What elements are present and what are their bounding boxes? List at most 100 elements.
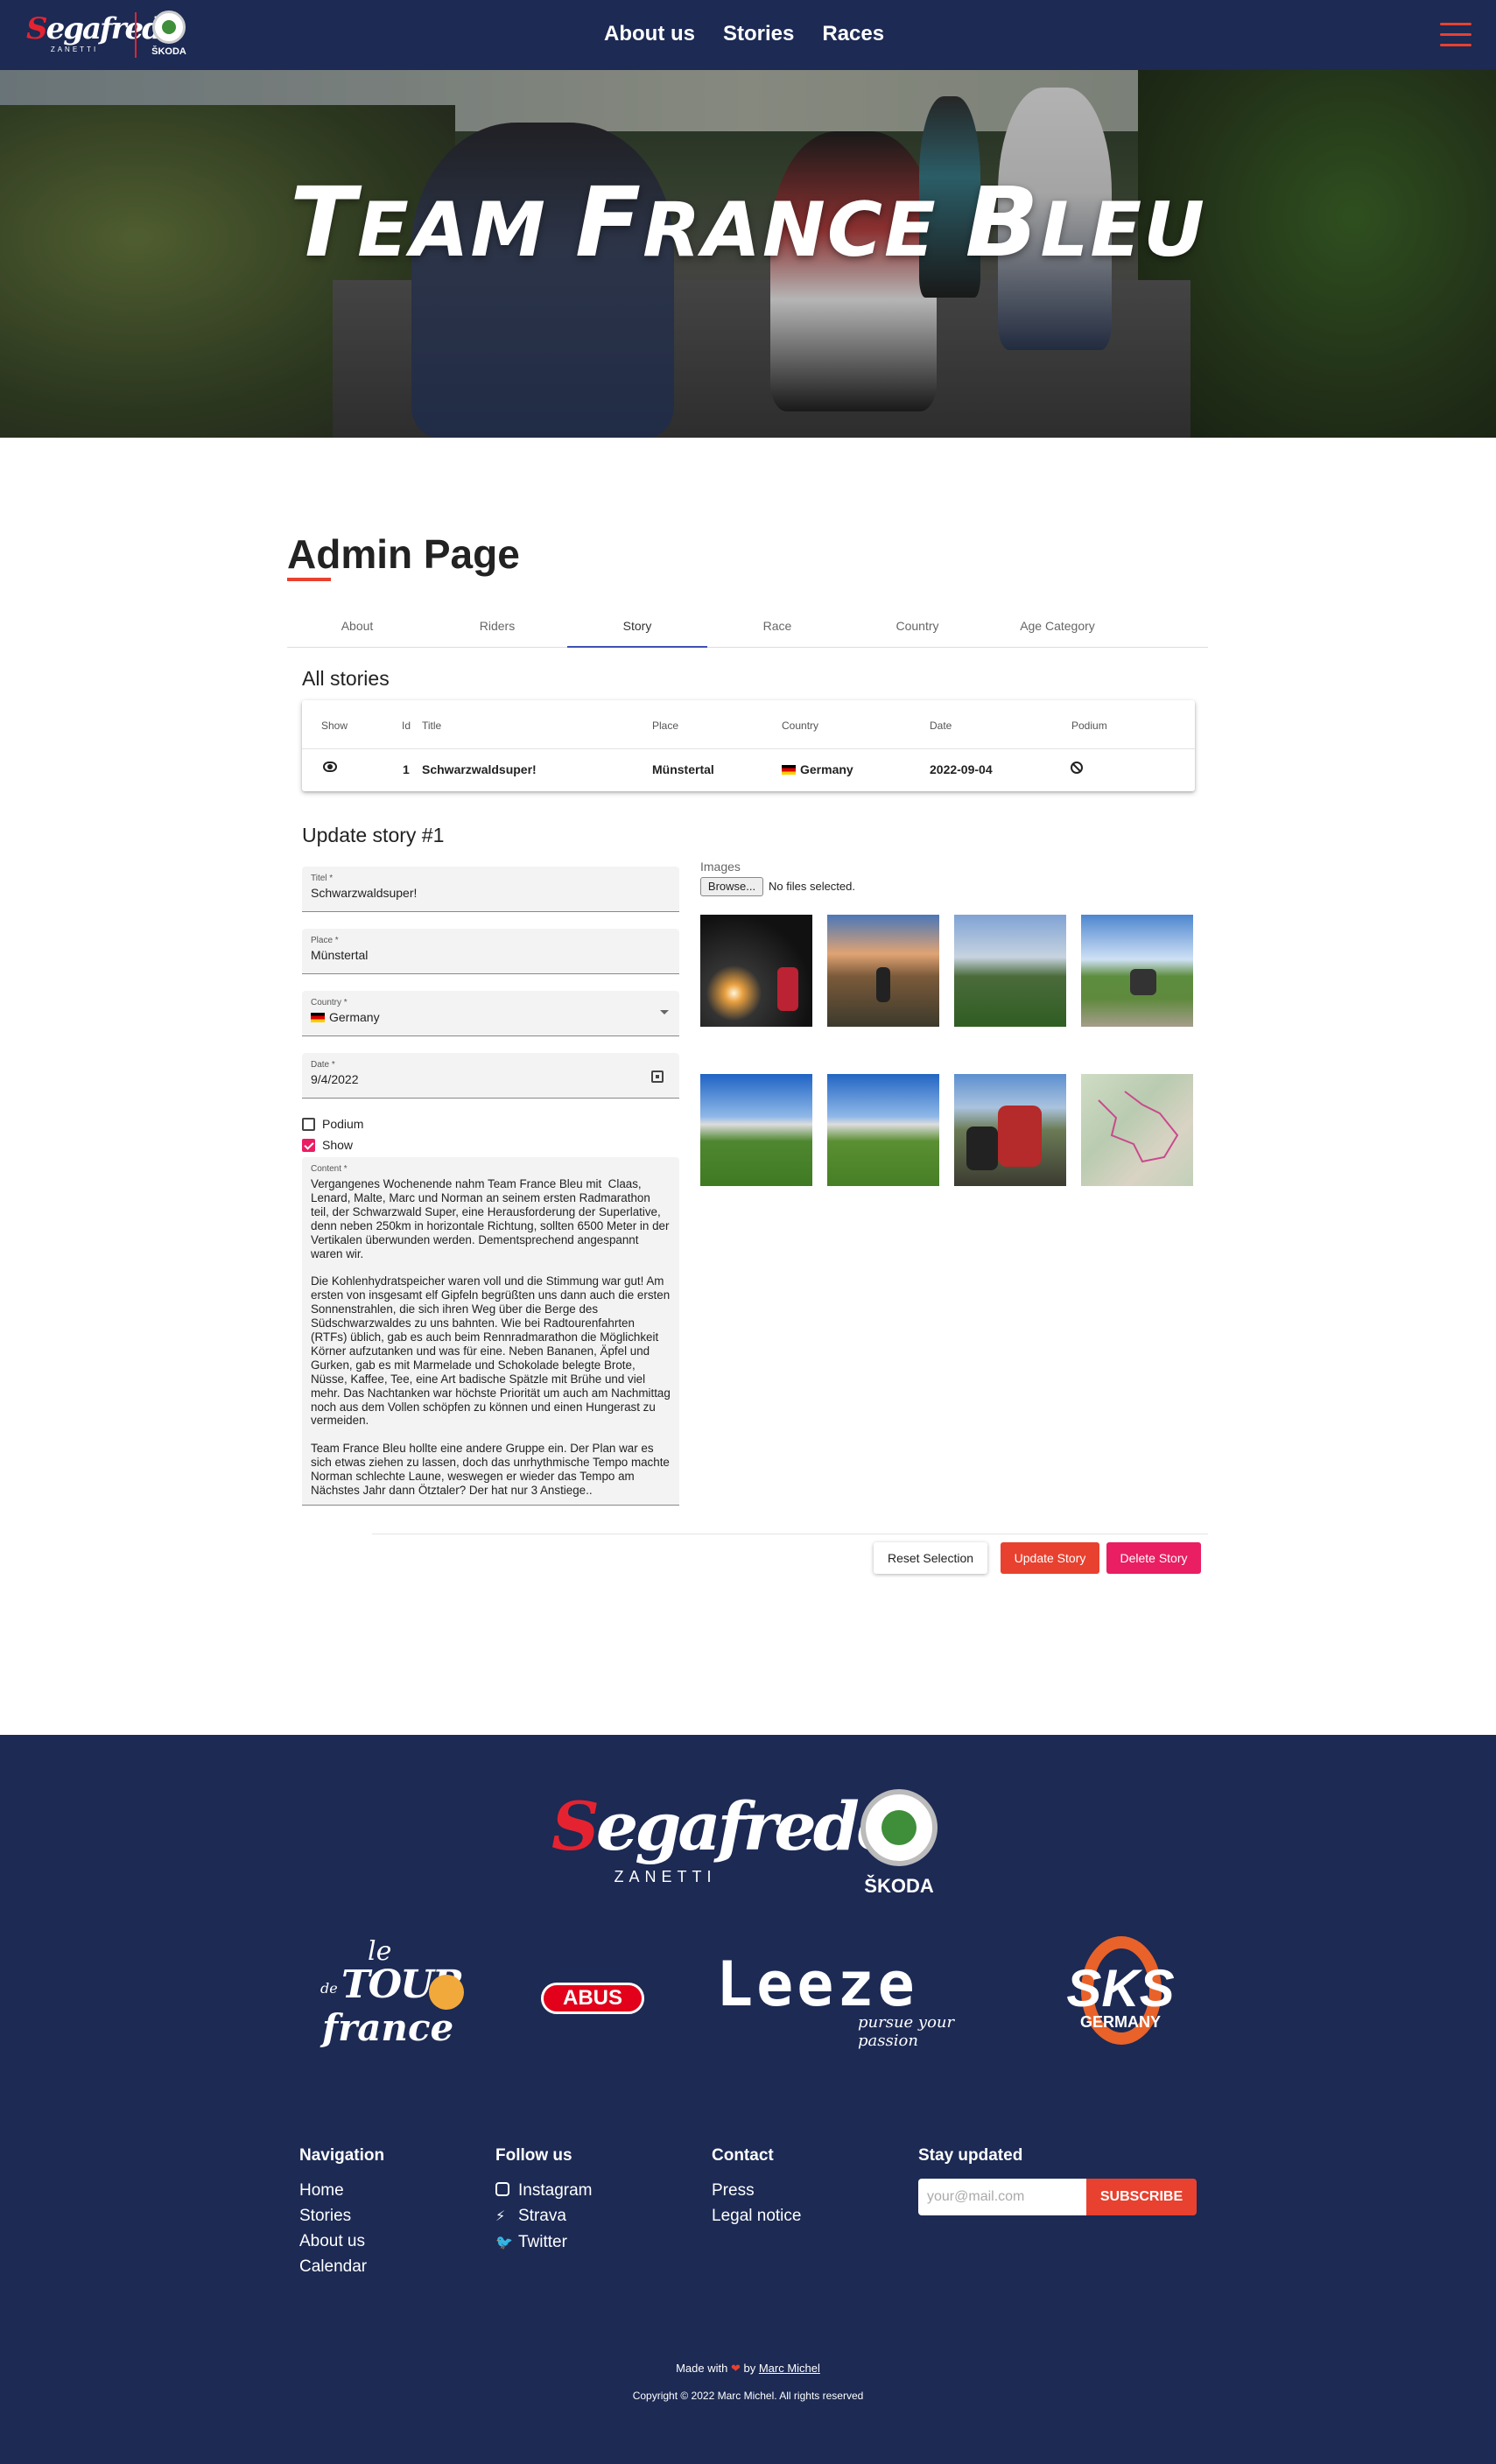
- segafredo-logo[interactable]: Segafredo ZANETTI: [26, 11, 181, 60]
- hamburger-menu-icon[interactable]: [1440, 23, 1471, 47]
- sks-germany-text: GERMANY: [1079, 2013, 1161, 2031]
- author-link[interactable]: Marc Michel: [759, 2362, 820, 2375]
- country-select[interactable]: Country * Germany: [302, 991, 679, 1036]
- leeze-wordmark: Leeze: [716, 1948, 918, 2020]
- browse-button[interactable]: Browse...: [700, 877, 763, 896]
- tour-sun-icon: [429, 1975, 464, 2010]
- footer-link-legal[interactable]: Legal notice: [712, 2203, 801, 2229]
- show-checkbox[interactable]: [302, 1139, 315, 1152]
- tab-about[interactable]: About: [287, 606, 427, 648]
- segafredo-logo[interactable]: Segafredo ZANETTI: [551, 1787, 901, 1910]
- leeze-logo[interactable]: Leeze pursue your passion: [716, 1936, 987, 2050]
- story-image-thumb[interactable]: [1081, 915, 1193, 1027]
- footer-link-home[interactable]: Home: [299, 2178, 384, 2203]
- copyright: Copyright © 2022 Marc Michel. All rights…: [632, 2390, 864, 2402]
- skoda-logo[interactable]: ŠKODA: [851, 1789, 947, 1912]
- story-image-thumb[interactable]: [827, 1074, 939, 1186]
- podium-checkbox[interactable]: [302, 1118, 315, 1131]
- all-stories-heading: All stories: [302, 667, 390, 690]
- cell-id: 1: [403, 762, 410, 776]
- content-textarea-label: Content *: [311, 1164, 348, 1174]
- podium-checkbox-label: Podium: [322, 1117, 364, 1131]
- footer-stay-title: Stay updated: [918, 2146, 1023, 2165]
- sks-wordmark: SKS: [1066, 1959, 1175, 2018]
- hero-title: TEAM FRANCE BLEU: [290, 166, 1206, 278]
- footer-navigation: Navigation Home Stories About us Calenda…: [299, 2146, 384, 2279]
- made-with-line: Made with ❤ by Marc Michel: [676, 2362, 820, 2375]
- skoda-wordmark: ŠKODA: [864, 1875, 934, 1897]
- date-field-label: Date *: [311, 1060, 335, 1070]
- top-navbar: Segafredo ZANETTI ŠKODA About us Stories…: [0, 0, 1496, 70]
- abus-logo[interactable]: ABUS: [541, 1983, 644, 2014]
- zanetti-wordmark: ZANETTI: [614, 1868, 717, 1885]
- story-image-thumb[interactable]: [954, 915, 1066, 1027]
- tab-race[interactable]: Race: [707, 606, 847, 648]
- update-story-heading: Update story #1: [302, 824, 445, 846]
- story-route-map-thumb[interactable]: [1081, 1074, 1193, 1186]
- date-field-value[interactable]: 9/4/2022: [311, 1072, 359, 1086]
- footer-follow: Follow us Instagram ⚡ Strava 🐦 Twitter: [495, 2146, 592, 2256]
- subscribe-button[interactable]: SUBSCRIBE: [1086, 2179, 1197, 2215]
- footer-link-press[interactable]: Press: [712, 2178, 801, 2203]
- images-label: Images: [700, 860, 741, 874]
- tab-story[interactable]: Story: [567, 606, 707, 648]
- column-header-title: Title: [422, 720, 442, 732]
- newsletter-email-input[interactable]: your@mail.com: [918, 2179, 1086, 2215]
- table-divider: [302, 748, 1195, 749]
- skoda-wordmark: ŠKODA: [151, 46, 186, 57]
- nav-link-races[interactable]: Races: [822, 21, 884, 47]
- footer-link-instagram[interactable]: Instagram: [495, 2178, 592, 2203]
- country-select-label: Country *: [311, 998, 348, 1007]
- sks-logo[interactable]: SKS GERMANY: [1055, 1936, 1186, 2050]
- story-image-thumb[interactable]: [700, 1074, 812, 1186]
- footer-link-strava[interactable]: ⚡ Strava: [495, 2203, 592, 2229]
- content-textarea-value[interactable]: Vergangenes Wochenende nahm Team France …: [311, 1177, 671, 1498]
- germany-flag-icon: [311, 1013, 325, 1022]
- date-field[interactable]: Date * 9/4/2022: [302, 1053, 679, 1099]
- place-field-label: Place *: [311, 936, 339, 945]
- show-checkbox-label: Show: [322, 1138, 354, 1152]
- place-field-value[interactable]: Münstertal: [311, 948, 368, 962]
- footer-link-calendar[interactable]: Calendar: [299, 2254, 384, 2279]
- tab-country[interactable]: Country: [847, 606, 987, 648]
- chevron-down-icon[interactable]: [660, 1010, 669, 1014]
- zanetti-wordmark: ZANETTI: [50, 46, 99, 53]
- abus-wordmark: ABUS: [562, 1986, 622, 2010]
- country-select-value[interactable]: Germany: [311, 1010, 380, 1024]
- title-field-value[interactable]: Schwarzwaldsuper!: [311, 886, 417, 900]
- nav-link-stories[interactable]: Stories: [723, 21, 794, 47]
- nav-link-about[interactable]: About us: [604, 21, 695, 47]
- instagram-icon: [495, 2182, 509, 2196]
- calendar-icon[interactable]: [651, 1071, 664, 1083]
- tour-word-de: de: [320, 1980, 338, 1997]
- story-image-thumb[interactable]: [954, 1074, 1066, 1186]
- hero-banner: TEAM FRANCE BLEU: [0, 70, 1496, 438]
- footer-contact-title: Contact: [712, 2146, 774, 2165]
- delete-story-button[interactable]: Delete Story: [1106, 1542, 1201, 1574]
- footer-link-about[interactable]: About us: [299, 2229, 384, 2254]
- footer-link-twitter[interactable]: 🐦 Twitter: [495, 2229, 592, 2256]
- eye-icon[interactable]: [323, 762, 337, 772]
- cell-place: Münstertal: [652, 762, 714, 776]
- story-image-thumb[interactable]: [827, 915, 939, 1027]
- leeze-tagline: pursue your passion: [858, 2013, 955, 2050]
- footer-newsletter: Stay updated: [918, 2146, 1022, 2178]
- tour-de-france-logo[interactable]: le de TOUR france: [315, 1936, 473, 2050]
- story-image-thumb[interactable]: [700, 915, 812, 1027]
- cell-country: Germany: [782, 762, 853, 776]
- segafredo-wordmark: Segafredo: [551, 1787, 901, 1865]
- footer-link-stories[interactable]: Stories: [299, 2203, 384, 2229]
- update-story-button[interactable]: Update Story: [1001, 1542, 1099, 1574]
- title-field[interactable]: Titel * Schwarzwaldsuper!: [302, 867, 679, 912]
- skoda-logo[interactable]: ŠKODA: [147, 11, 191, 61]
- tab-riders[interactable]: Riders: [427, 606, 567, 648]
- tour-word-france: france: [322, 2006, 454, 2049]
- tab-age-category[interactable]: Age Category: [987, 606, 1127, 648]
- segafredo-wordmark: Segafredo: [26, 11, 181, 46]
- main-nav: About us Stories Races: [604, 21, 912, 47]
- reset-selection-button[interactable]: Reset Selection: [874, 1542, 987, 1574]
- no-files-text: No files selected.: [769, 880, 855, 893]
- place-field[interactable]: Place * Münstertal: [302, 929, 679, 974]
- content-textarea[interactable]: Content * Vergangenes Wochenende nahm Te…: [302, 1157, 679, 1506]
- ban-icon: [1071, 762, 1083, 774]
